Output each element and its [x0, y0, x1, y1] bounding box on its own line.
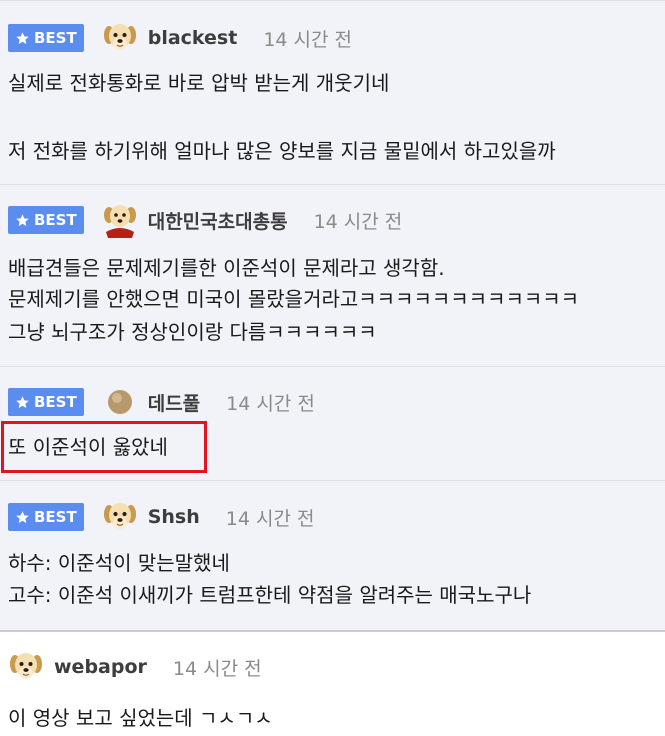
timestamp: 14 시간 전: [226, 392, 315, 415]
comment-item: BEST 데드풀 14 시간 전 또 이준석이 옳았네: [0, 366, 665, 480]
best-badge: BEST: [8, 388, 84, 416]
dog-caped-icon[interactable]: [102, 202, 138, 238]
star-icon: [15, 31, 30, 46]
comment-line: 하수: 이준석이 맞는말했네: [8, 551, 230, 575]
star-icon: [15, 510, 30, 525]
comment-list: BEST blackest 14 시간 전 실제로 전화통화로 바로 압박 받는…: [0, 0, 665, 736]
best-badge-label: BEST: [34, 393, 77, 411]
comment-line: 문제제기를 안했으면 미국이 몰랐을거라고ㅋㅋㅋㅋㅋㅋㅋㅋㅋㅋㅋㅋ: [8, 287, 580, 311]
comment-item: BEST Shsh 14 시간 전 하수: 이준석이 맞는말했네 고수: 이준석…: [0, 480, 665, 630]
comment-item: BEST blackest 14 시간 전 실제로 전화통화로 바로 압박 받는…: [0, 0, 665, 184]
ball-avatar-icon[interactable]: [102, 384, 138, 420]
comment-line: 또 이준석이 옳았네: [8, 435, 168, 459]
comment-line: 고수: 이준석 이새끼가 트럼프한테 약점을 알려주는 매국노구나: [8, 583, 532, 607]
timestamp: 14 시간 전: [172, 657, 262, 680]
username[interactable]: 대한민국초대총통: [148, 207, 288, 234]
username[interactable]: blackest: [148, 27, 238, 49]
comment-line: 이 영상 보고 싶었는데 ㄱㅅㄱㅅ: [8, 706, 273, 730]
best-badge: BEST: [8, 503, 84, 531]
timestamp: 14 시간 전: [225, 507, 315, 530]
star-icon: [15, 213, 30, 228]
best-badge: BEST: [8, 24, 84, 52]
comment-line: 배급견들은 문제제기를한 이준석이 문제라고 생각함.: [8, 256, 445, 280]
best-badge-label: BEST: [34, 29, 77, 47]
username[interactable]: webapor: [54, 656, 147, 678]
best-badge: BEST: [8, 206, 84, 234]
timestamp: 14 시간 전: [313, 210, 403, 233]
username[interactable]: Shsh: [148, 506, 200, 528]
comment-item: webapor 14 시간 전 이 영상 보고 싶었는데 ㄱㅅㄱㅅ: [0, 630, 665, 736]
username[interactable]: 데드풀: [148, 389, 200, 416]
dog-icon[interactable]: [102, 499, 138, 535]
comment-line: 실제로 전화통화로 바로 압박 받는게 개웃기네: [8, 71, 390, 95]
best-badge-label: BEST: [34, 211, 77, 229]
comment-item: BEST 대한민국초대총통 14 시간 전 배급견들은 문제제기를한 이준석이 …: [0, 184, 665, 366]
dog-icon[interactable]: [102, 20, 138, 56]
comment-line: 저 전화를 하기위해 얼마나 많은 양보를 지금 물밑에서 하고있을까: [8, 139, 556, 163]
best-badge-label: BEST: [34, 508, 77, 526]
comment-line: 그냥 뇌구조가 정상인이랑 다름ㅋㅋㅋㅋㅋㅋ: [8, 320, 377, 344]
timestamp: 14 시간 전: [263, 28, 353, 51]
star-icon: [15, 395, 30, 410]
dog-icon[interactable]: [8, 649, 44, 685]
